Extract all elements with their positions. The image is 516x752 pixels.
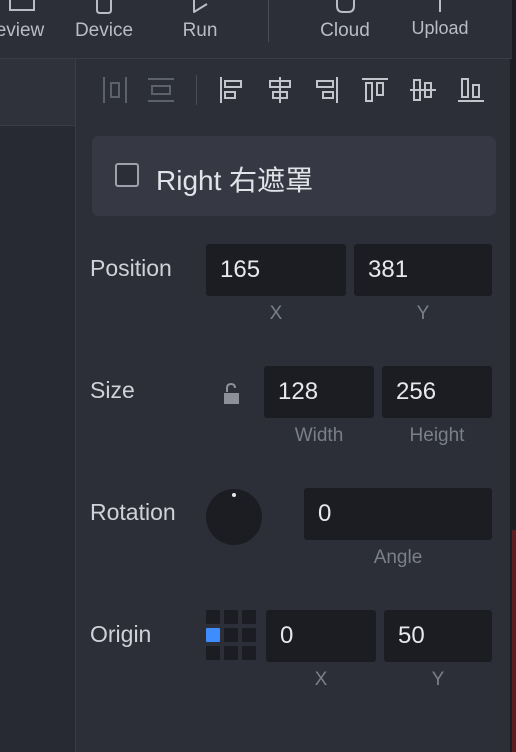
rotation-dial-indicator	[232, 493, 236, 497]
cloud-button[interactable]: Cloud	[312, 0, 378, 44]
device-icon	[96, 0, 112, 14]
origin-y-input[interactable]: 50	[384, 610, 492, 662]
align-top-icon	[362, 78, 388, 102]
preview-button[interactable]: eview	[0, 0, 48, 44]
origin-x-input[interactable]: 0	[266, 610, 376, 662]
align-center-horizontal-button[interactable]	[265, 75, 295, 105]
align-top-button[interactable]	[360, 75, 390, 105]
device-label: Device	[74, 20, 134, 41]
distribute-vertical-button[interactable]	[146, 75, 176, 105]
position-x-input[interactable]: 165	[206, 244, 346, 296]
origin-x-caption: X	[314, 669, 328, 690]
origin-anchor-middle-right[interactable]	[242, 628, 256, 642]
origin-label: Origin	[90, 621, 152, 647]
left-pane-header	[0, 59, 75, 126]
play-icon	[193, 0, 208, 13]
toolbar-divider	[268, 0, 269, 42]
origin-anchor-grid[interactable]	[206, 610, 258, 662]
distribute-horizontal-icon	[103, 77, 127, 103]
align-center-horizontal-icon	[269, 77, 291, 103]
preview-label: eview	[0, 20, 45, 41]
size-width-caption: Width	[294, 425, 344, 446]
layer-visibility-checkbox[interactable]	[115, 163, 139, 187]
position-y-caption: Y	[416, 303, 430, 324]
position-label: Position	[90, 255, 172, 281]
rotation-dial[interactable]	[206, 489, 262, 545]
position-x-caption: X	[269, 303, 283, 324]
align-left-button[interactable]	[216, 75, 246, 105]
size-height-caption: Height	[409, 425, 465, 446]
properties-panel: Right 右遮罩 Position 165 381 X Y Size 128 …	[76, 59, 510, 752]
cloud-icon	[336, 0, 355, 13]
upload-label: Upload	[411, 18, 469, 38]
origin-anchor-top-left[interactable]	[206, 610, 220, 624]
align-right-icon	[316, 77, 338, 103]
align-right-button[interactable]	[312, 75, 342, 105]
preview-icon	[9, 0, 35, 11]
alignment-toolbar	[76, 59, 510, 123]
origin-anchor-bottom-center[interactable]	[224, 646, 238, 660]
right-edge-accent	[512, 530, 516, 752]
align-center-vertical-icon	[410, 79, 436, 101]
origin-anchor-top-right[interactable]	[242, 610, 256, 624]
origin-anchor-center[interactable]	[224, 628, 238, 642]
cloud-label: Cloud	[320, 20, 370, 41]
device-button[interactable]: Device	[72, 0, 136, 44]
alignment-separator	[196, 75, 197, 105]
distribute-horizontal-button[interactable]	[100, 75, 130, 105]
size-height-input[interactable]: 256	[382, 366, 492, 418]
origin-anchor-top-center[interactable]	[224, 610, 238, 624]
align-bottom-button[interactable]	[456, 75, 486, 105]
rotation-angle-input[interactable]: 0	[304, 488, 492, 540]
upload-icon	[439, 0, 441, 12]
align-left-icon	[220, 77, 242, 103]
origin-anchor-middle-left[interactable]	[206, 628, 220, 642]
align-center-vertical-button[interactable]	[408, 75, 438, 105]
top-toolbar: eview Device Run Cloud Upload	[0, 0, 516, 59]
run-button[interactable]: Run	[174, 0, 226, 44]
run-label: Run	[182, 20, 218, 41]
size-label: Size	[90, 377, 135, 403]
upload-button[interactable]: Upload	[406, 0, 474, 44]
rotation-angle-caption: Angle	[373, 547, 423, 568]
origin-y-caption: Y	[431, 669, 445, 690]
align-bottom-icon	[458, 78, 484, 102]
origin-anchor-bottom-left[interactable]	[206, 646, 220, 660]
unlock-icon[interactable]	[222, 382, 242, 406]
layer-name: Right 右遮罩	[156, 165, 314, 196]
position-y-input[interactable]: 381	[354, 244, 492, 296]
size-width-input[interactable]: 128	[264, 366, 374, 418]
rotation-label: Rotation	[90, 499, 176, 525]
distribute-vertical-icon	[148, 78, 174, 102]
origin-anchor-bottom-right[interactable]	[242, 646, 256, 660]
layer-header: Right 右遮罩	[92, 136, 496, 216]
left-pane	[0, 59, 75, 752]
